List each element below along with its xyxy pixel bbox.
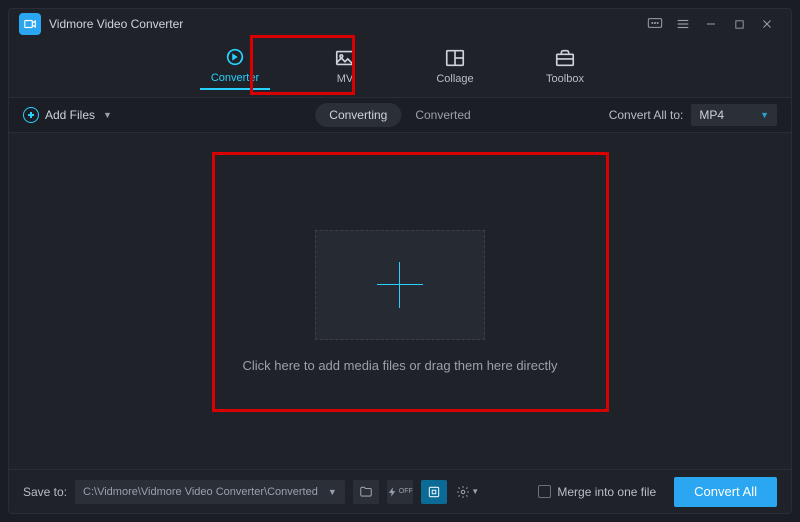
convert-all-to-label: Convert All to: [609,108,684,122]
save-to-path-value: C:\Vidmore\Vidmore Video Converter\Conve… [83,486,318,498]
chevron-down-icon: ▼ [760,110,769,120]
merge-into-one-checkbox[interactable]: Merge into one file [538,485,656,499]
tab-mv[interactable]: MV [310,47,380,89]
tab-converter-label: Converter [211,72,259,84]
add-files-label: Add Files [45,108,95,122]
tab-mv-label: MV [337,73,354,85]
title-bar: Vidmore Video Converter [9,9,791,39]
maximize-button[interactable] [725,10,753,38]
merge-label: Merge into one file [557,485,656,499]
app-window: Vidmore Video Converter Converter [8,8,792,514]
settings-button[interactable]: ▼ [455,480,481,504]
app-title: Vidmore Video Converter [49,17,183,31]
sub-toolbar: Add Files ▼ Converting Converted Convert… [9,97,791,133]
close-button[interactable] [753,10,781,38]
open-folder-button[interactable] [353,480,379,504]
plus-circle-icon [23,107,39,123]
hw-accel-toggle[interactable]: OFF [387,480,413,504]
save-to-path-select[interactable]: C:\Vidmore\Vidmore Video Converter\Conve… [75,480,345,504]
tab-toolbox-label: Toolbox [546,73,584,85]
gpu-accel-toggle[interactable] [421,480,447,504]
minimize-button[interactable] [697,10,725,38]
collage-icon [444,47,466,69]
drop-hint-text: Click here to add media files or drag th… [242,358,557,373]
convert-all-to-select[interactable]: MP4 ▼ [691,104,777,126]
tab-collage[interactable]: Collage [420,47,490,89]
checkbox-icon [538,485,551,498]
mv-icon [334,47,356,69]
sub-tabs: Converting Converted [315,103,484,127]
convert-all-to-value: MP4 [699,108,724,122]
convert-all-button[interactable]: Convert All [674,477,777,507]
plus-icon [377,262,423,308]
toolbox-icon [554,47,576,69]
main-area: Click here to add media files or drag th… [9,133,791,469]
add-files-button[interactable]: Add Files ▼ [23,107,112,123]
tab-collage-label: Collage [436,73,473,85]
subtab-converting[interactable]: Converting [315,103,401,127]
feedback-icon[interactable] [641,10,669,38]
tab-toolbox[interactable]: Toolbox [530,47,600,89]
subtab-converted[interactable]: Converted [401,103,484,127]
tab-converter[interactable]: Converter [200,46,270,90]
menu-icon[interactable] [669,10,697,38]
chevron-down-icon: ▼ [103,110,112,120]
main-nav: Converter MV Collage Toolbox [9,39,791,97]
bottom-bar: Save to: C:\Vidmore\Vidmore Video Conver… [9,469,791,513]
chevron-down-icon: ▼ [328,487,337,497]
converter-icon [224,46,246,68]
drop-box [315,230,485,340]
app-logo-icon [19,13,41,35]
save-to-label: Save to: [23,485,67,499]
add-media-drop-zone[interactable]: Click here to add media files or drag th… [242,230,557,373]
